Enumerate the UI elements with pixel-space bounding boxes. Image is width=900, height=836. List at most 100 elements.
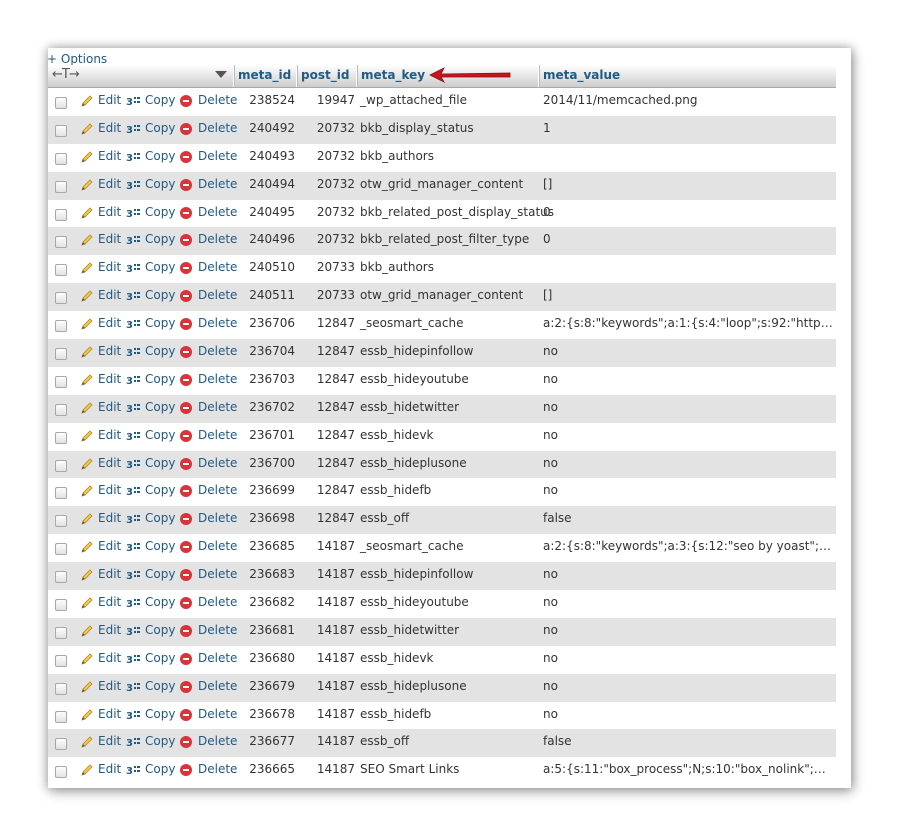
row-checkbox[interactable]	[55, 766, 67, 779]
copy-link[interactable]: Copy	[145, 567, 175, 581]
row-checkbox[interactable]	[55, 236, 67, 249]
row-checkbox[interactable]	[55, 348, 67, 361]
copy-link[interactable]: Copy	[145, 734, 175, 748]
copy-icon[interactable]: 3	[126, 512, 142, 529]
pencil-icon[interactable]	[80, 540, 94, 557]
pencil-icon[interactable]	[80, 206, 94, 223]
pencil-icon[interactable]	[80, 763, 94, 780]
copy-link[interactable]: Copy	[145, 149, 175, 163]
pencil-icon[interactable]	[80, 457, 94, 474]
copy-icon[interactable]: 3	[126, 763, 142, 780]
edit-link[interactable]: Edit	[98, 651, 121, 665]
pencil-icon[interactable]	[80, 708, 94, 725]
delete-icon[interactable]	[180, 736, 192, 749]
copy-link[interactable]: Copy	[145, 456, 175, 470]
copy-link[interactable]: Copy	[145, 483, 175, 497]
edit-link[interactable]: Edit	[98, 316, 121, 330]
delete-link[interactable]: Delete	[198, 93, 237, 107]
pencil-icon[interactable]	[80, 624, 94, 641]
copy-link[interactable]: Copy	[145, 428, 175, 442]
edit-link[interactable]: Edit	[98, 177, 121, 191]
edit-link[interactable]: Edit	[98, 232, 121, 246]
pencil-icon[interactable]	[80, 233, 94, 250]
row-checkbox[interactable]	[55, 571, 67, 584]
row-checkbox[interactable]	[55, 180, 67, 193]
copy-icon[interactable]: 3	[126, 596, 142, 613]
row-checkbox[interactable]	[55, 403, 67, 416]
delete-link[interactable]: Delete	[198, 762, 237, 776]
delete-link[interactable]: Delete	[198, 483, 237, 497]
copy-icon[interactable]: 3	[126, 429, 142, 446]
copy-link[interactable]: Copy	[145, 400, 175, 414]
delete-icon[interactable]	[180, 234, 192, 247]
pencil-icon[interactable]	[80, 680, 94, 697]
row-checkbox[interactable]	[55, 152, 67, 165]
copy-icon[interactable]: 3	[126, 457, 142, 474]
row-checkbox[interactable]	[55, 626, 67, 639]
column-header-post-id[interactable]: post_id	[301, 68, 349, 82]
copy-icon[interactable]: 3	[126, 484, 142, 501]
copy-icon[interactable]: 3	[126, 568, 142, 585]
copy-icon[interactable]: 3	[126, 624, 142, 641]
row-checkbox[interactable]	[55, 487, 67, 500]
edit-link[interactable]: Edit	[98, 456, 121, 470]
copy-icon[interactable]: 3	[126, 708, 142, 725]
copy-icon[interactable]: 3	[126, 261, 142, 278]
copy-icon[interactable]: 3	[126, 317, 142, 334]
delete-link[interactable]: Delete	[198, 316, 237, 330]
row-checkbox[interactable]	[55, 599, 67, 612]
pencil-icon[interactable]	[80, 261, 94, 278]
edit-link[interactable]: Edit	[98, 372, 121, 386]
pencil-icon[interactable]	[80, 345, 94, 362]
copy-link[interactable]: Copy	[145, 623, 175, 637]
delete-link[interactable]: Delete	[198, 539, 237, 553]
pencil-icon[interactable]	[80, 596, 94, 613]
delete-link[interactable]: Delete	[198, 177, 237, 191]
delete-icon[interactable]	[180, 178, 192, 191]
delete-icon[interactable]	[180, 122, 192, 135]
delete-icon[interactable]	[180, 541, 192, 554]
edit-link[interactable]: Edit	[98, 205, 121, 219]
pencil-icon[interactable]	[80, 652, 94, 669]
delete-link[interactable]: Delete	[198, 288, 237, 302]
delete-link[interactable]: Delete	[198, 344, 237, 358]
pencil-icon[interactable]	[80, 94, 94, 111]
pencil-icon[interactable]	[80, 317, 94, 334]
delete-link[interactable]: Delete	[198, 205, 237, 219]
row-checkbox[interactable]	[55, 320, 67, 333]
row-checkbox[interactable]	[55, 738, 67, 751]
delete-icon[interactable]	[180, 318, 192, 331]
delete-icon[interactable]	[180, 485, 192, 498]
edit-link[interactable]: Edit	[98, 288, 121, 302]
row-checkbox[interactable]	[55, 124, 67, 137]
copy-link[interactable]: Copy	[145, 372, 175, 386]
edit-link[interactable]: Edit	[98, 511, 121, 525]
copy-icon[interactable]: 3	[126, 345, 142, 362]
delete-icon[interactable]	[180, 652, 192, 665]
delete-link[interactable]: Delete	[198, 734, 237, 748]
copy-link[interactable]: Copy	[145, 316, 175, 330]
delete-icon[interactable]	[180, 624, 192, 637]
copy-icon[interactable]: 3	[126, 150, 142, 167]
delete-icon[interactable]	[180, 290, 192, 303]
delete-link[interactable]: Delete	[198, 372, 237, 386]
row-checkbox[interactable]	[55, 264, 67, 277]
delete-link[interactable]: Delete	[198, 232, 237, 246]
delete-icon[interactable]	[180, 597, 192, 610]
edit-link[interactable]: Edit	[98, 623, 121, 637]
row-checkbox[interactable]	[55, 710, 67, 723]
edit-link[interactable]: Edit	[98, 428, 121, 442]
delete-link[interactable]: Delete	[198, 707, 237, 721]
edit-link[interactable]: Edit	[98, 539, 121, 553]
pencil-icon[interactable]	[80, 289, 94, 306]
pencil-icon[interactable]	[80, 735, 94, 752]
copy-link[interactable]: Copy	[145, 260, 175, 274]
copy-icon[interactable]: 3	[126, 94, 142, 111]
row-checkbox[interactable]	[55, 208, 67, 221]
copy-link[interactable]: Copy	[145, 205, 175, 219]
copy-icon[interactable]: 3	[126, 178, 142, 195]
edit-link[interactable]: Edit	[98, 707, 121, 721]
copy-link[interactable]: Copy	[145, 651, 175, 665]
copy-icon[interactable]: 3	[126, 735, 142, 752]
edit-link[interactable]: Edit	[98, 344, 121, 358]
